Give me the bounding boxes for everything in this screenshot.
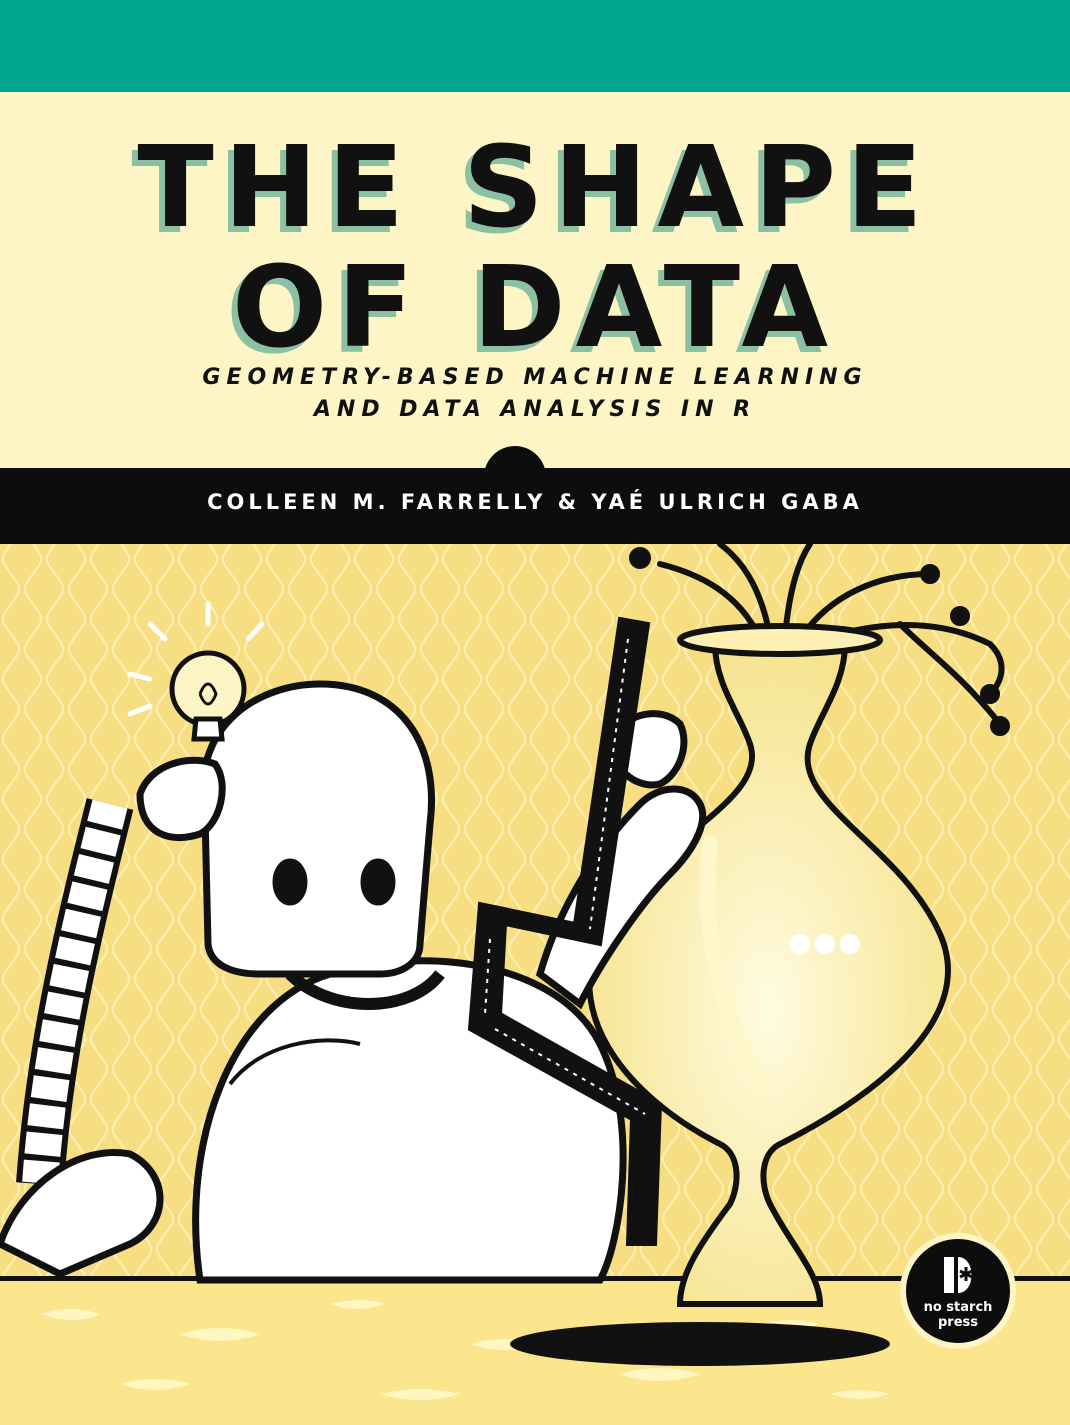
authors: COLLEEN M. FARRELLY & YAÉ ULRICH GABA: [207, 490, 863, 514]
title-line-2: OF DATA: [0, 252, 1070, 364]
top-color-band: [0, 0, 1070, 92]
publisher-name-line-2: press: [937, 1315, 978, 1330]
publisher-name-line-1: no starch: [923, 1300, 993, 1315]
subtitle-line-2: AND DATA ANALYSIS IN R: [313, 397, 757, 422]
title-line-1: THE SHAPE: [0, 132, 1070, 244]
title-text-2: OF DATA: [231, 243, 839, 373]
vase-shadow: [510, 1322, 890, 1366]
publisher-logo-icon: [944, 1257, 973, 1293]
title-text-1: THE SHAPE: [137, 123, 933, 253]
publisher-logo: no starch press: [900, 1233, 1016, 1349]
title-area: THE SHAPE OF DATA GEOMETRY-BASED MACHINE…: [0, 92, 1070, 468]
author-band: COLLEEN M. FARRELLY & YAÉ ULRICH GABA: [0, 468, 1070, 544]
subtitle-line-1: GEOMETRY-BASED MACHINE LEARNING: [202, 365, 868, 390]
